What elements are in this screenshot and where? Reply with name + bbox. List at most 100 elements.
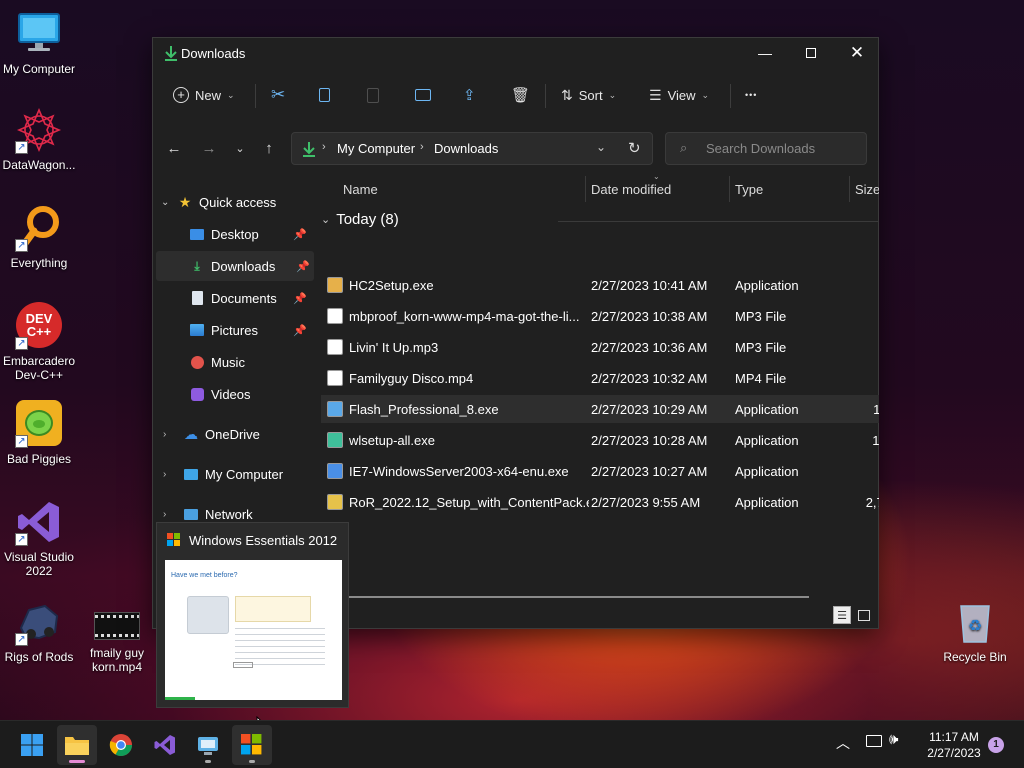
taskbar-thumbnail-preview[interactable]: Windows Essentials 2012 Have we met befo… [156, 522, 349, 708]
column-header-type[interactable]: Type [735, 182, 763, 197]
desktop-icon-devcpp[interactable]: DEV C++ ↗ Embarcadero Dev-C++ [0, 302, 81, 382]
cut-button[interactable]: ✂ [271, 76, 285, 114]
desktop-icon-everything[interactable]: ↗ Everything [0, 204, 81, 270]
search-input[interactable]: ⌕ Search Downloads [665, 132, 867, 165]
breadcrumb-my-computer[interactable]: My Computer [337, 141, 415, 156]
sidebar-item-videos[interactable]: Videos [153, 379, 311, 409]
file-row[interactable]: Familyguy Disco.mp4 2/27/2023 10:32 AM MP4… [321, 364, 879, 392]
clock-date[interactable]: 2/27/2023 [916, 746, 992, 760]
maximize-button[interactable] [788, 38, 834, 68]
window-title: Downloads [181, 46, 246, 61]
file-size: 2( [851, 464, 879, 479]
show-hidden-icons-button[interactable]: ︿ [836, 733, 850, 753]
back-button[interactable]: ← [161, 136, 187, 160]
taskbar-visual-studio[interactable] [145, 725, 185, 765]
clock-time[interactable]: 11:17 AM [916, 730, 992, 744]
share-button[interactable]: ⇪ [463, 76, 476, 114]
breadcrumb-downloads[interactable]: Downloads [434, 141, 498, 156]
desktop-icon-video-file[interactable]: fmaily guy korn.mp4 [75, 612, 159, 674]
desktop-icon-label: Dev-C++ [14, 368, 64, 382]
desktop-icon-recycle-bin[interactable]: ♻ Recycle Bin [933, 598, 1017, 664]
column-header-size[interactable]: Size [855, 182, 879, 197]
column-header-date[interactable]: Date modified [591, 182, 671, 197]
view-label: View [667, 87, 696, 103]
running-indicator [249, 760, 255, 763]
file-row[interactable]: Livin' It Up.mp3 2/27/2023 10:36 AM MP3 Fi… [321, 333, 879, 361]
view-button[interactable]: ☰ View ⌄ [649, 76, 709, 114]
paste-button[interactable] [367, 76, 379, 114]
file-row[interactable]: IE7-WindowsServer2003-x64-enu.exe 2/27/20… [321, 457, 879, 485]
desktop-folder-icon [189, 226, 205, 242]
rename-button[interactable] [415, 76, 431, 114]
sidebar-item-downloads[interactable]: ⤓ Downloads 📌 [156, 251, 314, 281]
network-status-icon[interactable] [866, 735, 882, 747]
sidebar-item-onedrive[interactable]: › ☁ OneDrive [153, 419, 311, 449]
sidebar-quick-access[interactable]: ⌄ ★ Quick access [161, 187, 319, 217]
forward-button[interactable]: → [196, 136, 222, 160]
pin-icon: 📌 [296, 260, 310, 273]
sort-button[interactable]: ⇅ Sort ⌄ [561, 76, 616, 114]
tiles-view-button[interactable] [855, 606, 873, 624]
taskbar-file-explorer[interactable] [57, 725, 97, 765]
details-view-button[interactable]: ☰ [833, 606, 851, 624]
thumbnail-title: Windows Essentials 2012 [189, 533, 338, 548]
windows-flag-icon [241, 734, 262, 755]
sidebar-item-my-computer[interactable]: › My Computer [153, 459, 311, 489]
volume-icon[interactable]: 🕪 [889, 731, 898, 748]
more-options-button[interactable]: ••• [745, 76, 757, 114]
file-row[interactable]: Flash_Professional_8.exe 2/27/2023 10:29 … [321, 395, 879, 423]
devcpp-icon: DEV C++ ↗ [15, 302, 63, 350]
desktop-icon-label: DataWagon... [2, 158, 76, 172]
recent-locations-button[interactable]: ⌄ [227, 136, 253, 160]
taskbar-setup-app[interactable] [188, 725, 228, 765]
address-bar[interactable]: › My Computer › Downloads ⌄ ↻ [291, 132, 653, 165]
sidebar-label: Network [205, 506, 253, 522]
file-name: IE7-WindowsServer2003-x64-enu.exe [349, 464, 569, 479]
download-arrow-icon: ⤓ [194, 258, 200, 273]
sidebar-item-documents[interactable]: Documents 📌 [153, 283, 311, 313]
new-button[interactable]: + New ⌄ [173, 76, 235, 114]
file-row[interactable]: HC2Setup.exe 2/27/2023 10:41 AM Applicatio… [321, 271, 879, 299]
thumbnail-heading: Have we met before? [171, 572, 238, 579]
sidebar-item-pictures[interactable]: Pictures 📌 [153, 315, 311, 345]
file-row[interactable]: wlsetup-all.exe 2/27/2023 10:28 AM Applica… [321, 426, 879, 454]
sidebar-label: Videos [211, 386, 251, 402]
desktop-icon-rigs-of-rods[interactable]: ↗ Rigs of Rods [0, 598, 81, 664]
desktop-icon-datawagon[interactable]: ↗ DataWagon... [0, 106, 81, 172]
minimize-button[interactable]: — [742, 38, 788, 68]
copy-button[interactable] [319, 76, 330, 114]
taskbar-windows-essentials[interactable] [232, 725, 272, 765]
up-button[interactable]: ↑ [256, 136, 282, 160]
column-divider [849, 176, 850, 202]
windows-flag-icon [167, 533, 181, 547]
column-header-name[interactable]: Name [343, 182, 378, 197]
file-date: 2/27/2023 10:27 AM [591, 464, 708, 479]
file-date: 2/27/2023 10:29 AM [591, 402, 708, 417]
sidebar-item-desktop[interactable]: Desktop 📌 [153, 219, 311, 249]
toolbar-divider [545, 84, 546, 108]
title-bar[interactable]: Downloads — ✕ [153, 38, 878, 68]
notification-badge[interactable]: 1 [988, 737, 1004, 753]
desktop-icon-my-computer[interactable]: My Computer [0, 10, 81, 76]
address-dropdown-icon[interactable]: ⌄ [596, 140, 606, 154]
horizontal-scrollbar[interactable] [333, 596, 809, 598]
chevron-down-icon: ⌄ [161, 196, 170, 208]
file-row[interactable]: mbproof_korn-www-mp4-ma-got-the-li... 2/2… [321, 302, 879, 330]
thumbnail-avatar-icon [187, 596, 229, 634]
file-row[interactable]: RoR_2022.12_Setup_with_ContentPack.exe 2/… [321, 488, 879, 516]
start-button[interactable] [12, 725, 52, 765]
close-button[interactable]: ✕ [834, 38, 880, 68]
video-icon [189, 386, 205, 402]
group-header-today[interactable]: ⌄ Today (8) [321, 211, 399, 228]
file-type: Application [735, 433, 799, 448]
maximize-icon [806, 48, 816, 58]
desktop-icon-bad-piggies[interactable]: ↗ Bad Piggies [0, 400, 81, 466]
refresh-icon[interactable]: ↻ [628, 139, 641, 157]
sidebar-item-music[interactable]: Music [153, 347, 311, 377]
search-placeholder: Search Downloads [706, 141, 816, 156]
document-icon [189, 290, 205, 306]
magnifier-icon: ↗ [15, 204, 63, 252]
desktop-icon-visual-studio[interactable]: ↗ Visual Studio 2022 [0, 498, 81, 578]
delete-button[interactable]: 🗑 [511, 76, 530, 114]
taskbar-chrome[interactable] [101, 725, 141, 765]
